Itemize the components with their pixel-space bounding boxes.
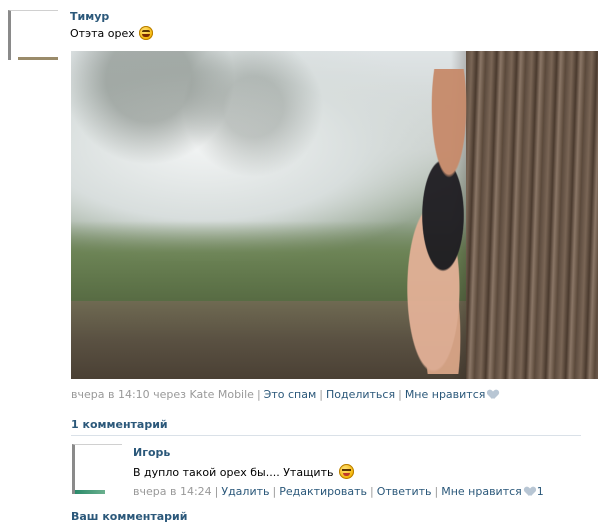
wink-emoji-icon: [339, 464, 355, 479]
like-count: 1: [536, 485, 544, 498]
comment-time[interactable]: вчера в 14:24: [133, 485, 212, 498]
heart-icon[interactable]: [525, 487, 535, 496]
post-text-content: Отэта орех: [70, 27, 135, 40]
like-link[interactable]: Мне нравится: [405, 388, 486, 401]
spam-link[interactable]: Это спам: [264, 388, 317, 401]
heart-icon[interactable]: [488, 390, 498, 399]
post-photo[interactable]: [71, 51, 598, 379]
post-text: Отэта орех: [70, 26, 153, 40]
your-comment-label[interactable]: Ваш комментарий: [71, 510, 187, 523]
grin-emoji-icon: [138, 26, 153, 40]
post-time[interactable]: вчера в 14:10 через Kate Mobile: [71, 388, 254, 401]
edit-link[interactable]: Редактировать: [279, 485, 367, 498]
post-meta: вчера в 14:10 через Kate Mobile | Это спам…: [71, 388, 498, 401]
share-link[interactable]: Поделиться: [326, 388, 395, 401]
comment-like-link[interactable]: Мне нравится: [441, 485, 522, 498]
comment-text: В дупло такой орех бы.... Утащить: [133, 464, 355, 479]
photo-branches: [71, 51, 331, 191]
comment-meta: вчера в 14:24 | Удалить | Редактировать | Отве…: [133, 485, 544, 498]
author-avatar[interactable]: [8, 10, 58, 60]
comments-divider: [71, 435, 581, 436]
photo-figure: [383, 69, 503, 374]
comments-count[interactable]: 1 комментарий: [71, 418, 168, 431]
delete-link[interactable]: Удалить: [221, 485, 269, 498]
reply-link[interactable]: Ответить: [377, 485, 432, 498]
comment-author-avatar[interactable]: [72, 444, 122, 494]
comment-text-content: В дупло такой орех бы.... Утащить: [133, 466, 334, 479]
post-author-name[interactable]: Тимур: [70, 10, 109, 23]
comment-author-name[interactable]: Игорь: [133, 446, 170, 459]
